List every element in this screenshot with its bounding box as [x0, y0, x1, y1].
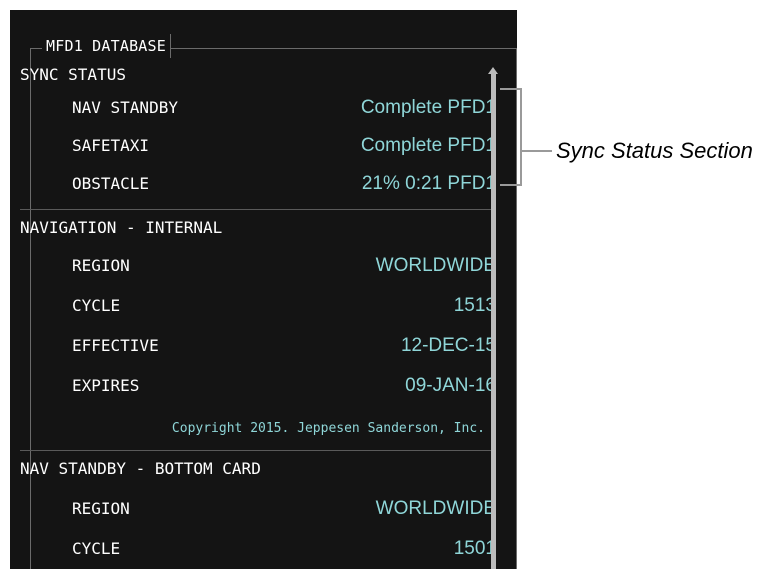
sync-label: SAFETAXI [72, 136, 150, 155]
nav-standby-value: 1501 [453, 538, 496, 559]
sync-value: Complete PFD1 [360, 135, 496, 156]
nav-internal-row-cycle: CYCLE 1513 [20, 290, 496, 322]
nav-standby-label: CYCLE [72, 539, 121, 558]
sync-status-header-row: SYNC STATUS [20, 59, 496, 91]
section-divider [20, 209, 496, 210]
nav-standby-header-row: NAV STANDBY - BOTTOM CARD [20, 453, 496, 485]
scrollbar[interactable] [491, 72, 496, 569]
database-title: MFD1 DATABASE [42, 34, 171, 58]
nav-internal-row-effective: EFFECTIVE 12-DEC-15 [20, 330, 496, 362]
nav-standby-header: NAV STANDBY - BOTTOM CARD [20, 459, 261, 478]
nav-internal-row-expires: EXPIRES 09-JAN-16 [20, 370, 496, 402]
nav-internal-row-region: REGION WORLDWIDE [20, 250, 496, 282]
nav-standby-label: REGION [72, 499, 130, 518]
nav-internal-value: 1513 [453, 295, 496, 316]
nav-internal-label: EXPIRES [72, 376, 140, 395]
nav-internal-header-row: NAVIGATION - INTERNAL [20, 212, 496, 244]
sync-value: Complete PFD1 [360, 97, 496, 118]
nav-internal-value: WORLDWIDE [375, 255, 496, 276]
sync-label: OBSTACLE [72, 174, 150, 193]
nav-internal-label: REGION [72, 256, 130, 275]
section-divider [20, 450, 496, 451]
nav-internal-value: 09-JAN-16 [405, 375, 496, 396]
nav-internal-label: CYCLE [72, 296, 121, 315]
nav-internal-value: 12-DEC-15 [400, 335, 496, 356]
callout-leader-line [521, 150, 552, 152]
sync-row-safetaxi: SAFETAXI Complete PFD1 [20, 130, 496, 162]
nav-standby-value: WORLDWIDE [375, 498, 496, 519]
nav-internal-label: EFFECTIVE [72, 336, 159, 355]
sync-label: NAV STANDBY [72, 98, 178, 117]
sync-row-obstacle: OBSTACLE 21% 0:21 PFD1 [20, 168, 496, 200]
sync-status-header: SYNC STATUS [20, 65, 126, 84]
mfd-database-panel: MFD1 DATABASE SYNC STATUS NAV STANDBY Co… [10, 10, 517, 569]
copyright-notice: Copyright 2015. Jeppesen Sanderson, Inc. [171, 421, 485, 436]
nav-standby-row-cycle: CYCLE 1501 [20, 533, 496, 565]
nav-internal-header: NAVIGATION - INTERNAL [20, 218, 223, 237]
sync-value: 21% 0:21 PFD1 [361, 173, 496, 194]
sync-status-callout: Sync Status Section [556, 138, 753, 163]
nav-standby-row-region: REGION WORLDWIDE [20, 493, 496, 525]
callout-bracket [500, 88, 522, 186]
sync-row-nav-standby: NAV STANDBY Complete PFD1 [20, 92, 496, 124]
